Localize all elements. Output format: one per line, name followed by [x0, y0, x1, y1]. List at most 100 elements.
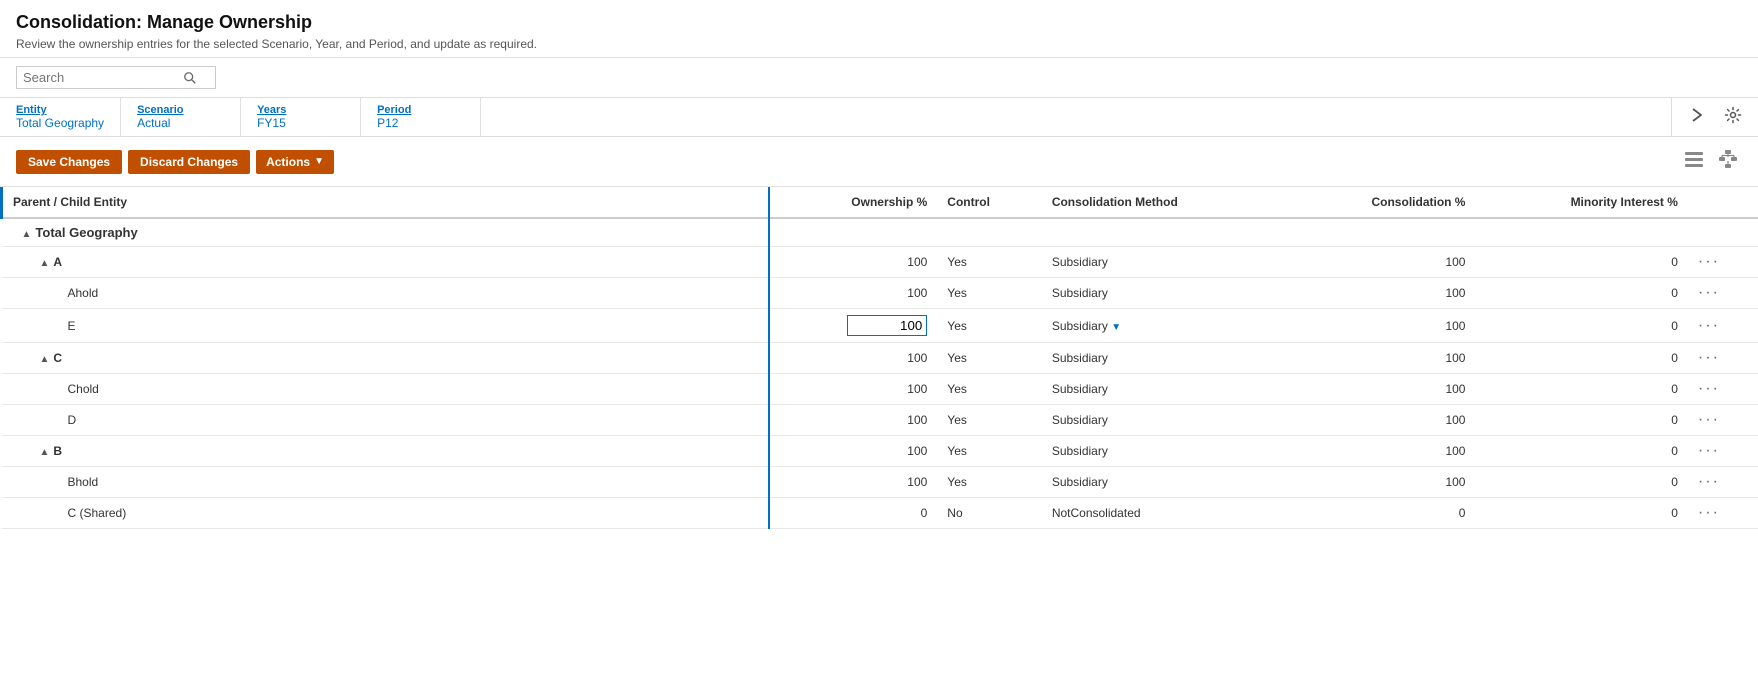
entity-label[interactable]: Entity	[16, 104, 104, 116]
row-more-button[interactable]: ···	[1698, 380, 1720, 398]
navigate-right-button[interactable]	[1684, 102, 1710, 133]
minority-cell: 0	[1475, 309, 1687, 343]
control-cell: Yes	[937, 343, 1042, 374]
control-cell: Yes	[937, 309, 1042, 343]
ownership-cell[interactable]	[769, 309, 937, 343]
row-actions-cell[interactable]: ···	[1688, 405, 1758, 436]
collapse-icon[interactable]: ▲	[40, 354, 50, 365]
period-label[interactable]: Period	[377, 104, 464, 116]
gear-icon	[1724, 106, 1742, 124]
row-more-button[interactable]: ···	[1698, 411, 1720, 429]
ownership-input[interactable]	[847, 315, 927, 336]
save-changes-button[interactable]: Save Changes	[16, 150, 122, 174]
entity-name: Ahold	[12, 286, 99, 300]
page-wrapper: Consolidation: Manage Ownership Review t…	[0, 0, 1758, 697]
table-row: Bhold100YesSubsidiary1000···	[2, 467, 1758, 498]
discard-changes-button[interactable]: Discard Changes	[128, 150, 250, 174]
row-more-button[interactable]: ···	[1698, 504, 1720, 522]
scenario-value[interactable]: Actual	[137, 116, 224, 130]
control-cell: Yes	[937, 374, 1042, 405]
period-value[interactable]: P12	[377, 116, 464, 130]
table-header-row: Parent / Child Entity Ownership % Contro…	[2, 187, 1758, 218]
entity-name: Chold	[12, 382, 99, 396]
minority-cell: 0	[1475, 374, 1687, 405]
search-icon	[183, 71, 197, 85]
row-more-button[interactable]: ···	[1698, 442, 1720, 460]
col-control: Control	[937, 187, 1042, 218]
method-cell: NotConsolidated	[1042, 498, 1286, 529]
consol-pct-cell: 100	[1285, 247, 1475, 278]
dimension-right-icons	[1671, 98, 1758, 136]
entity-name: C (Shared)	[12, 506, 127, 520]
method-cell: Subsidiary	[1042, 436, 1286, 467]
col-entity: Parent / Child Entity	[2, 187, 769, 218]
row-more-button[interactable]: ···	[1698, 317, 1720, 335]
method-cell: Subsidiary	[1042, 343, 1286, 374]
collapse-icon[interactable]: ▲	[40, 258, 50, 269]
minority-cell: 0	[1475, 405, 1687, 436]
row-actions-cell[interactable]: ···	[1688, 247, 1758, 278]
row-actions-cell[interactable]: ···	[1688, 309, 1758, 343]
years-value[interactable]: FY15	[257, 116, 344, 130]
page-subtitle: Review the ownership entries for the sel…	[16, 37, 1742, 51]
page-title: Consolidation: Manage Ownership	[16, 12, 1742, 33]
method-cell: Subsidiary	[1042, 467, 1286, 498]
row-actions-cell[interactable]: ···	[1688, 278, 1758, 309]
dimension-entity[interactable]: Entity Total Geography	[0, 98, 121, 136]
method-cell: Subsidiary	[1042, 247, 1286, 278]
row-actions-cell[interactable]: ···	[1688, 498, 1758, 529]
dimension-cells: Entity Total Geography Scenario Actual Y…	[0, 98, 1671, 136]
ownership-cell: 100	[769, 278, 937, 309]
row-actions-cell[interactable]: ···	[1688, 343, 1758, 374]
search-box[interactable]	[16, 66, 216, 89]
row-actions-cell[interactable]: ···	[1688, 374, 1758, 405]
ownership-cell: 100	[769, 467, 937, 498]
search-input[interactable]	[23, 70, 183, 85]
consol-pct-cell: 100	[1285, 343, 1475, 374]
minority-cell: 0	[1475, 278, 1687, 309]
row-actions-cell[interactable]: ···	[1688, 467, 1758, 498]
ownership-table: Parent / Child Entity Ownership % Contro…	[0, 187, 1758, 529]
dimension-scenario[interactable]: Scenario Actual	[121, 98, 241, 136]
hierarchy-tree-button[interactable]	[1714, 145, 1742, 178]
table-row: ▲A100YesSubsidiary1000···	[2, 247, 1758, 278]
entity-name: ▲A	[12, 255, 63, 269]
ownership-cell: 100	[769, 374, 937, 405]
dimension-years[interactable]: Years FY15	[241, 98, 361, 136]
entity-value[interactable]: Total Geography	[16, 116, 104, 130]
entity-name: ▲Total Geography	[12, 225, 138, 240]
dimension-period[interactable]: Period P12	[361, 98, 481, 136]
minority-cell	[1475, 218, 1687, 247]
row-more-button[interactable]: ···	[1698, 284, 1720, 302]
consol-pct-cell: 100	[1285, 278, 1475, 309]
entity-cell: Ahold	[2, 278, 769, 309]
control-cell: Yes	[937, 436, 1042, 467]
scenario-label[interactable]: Scenario	[137, 104, 224, 116]
entity-name: Bhold	[12, 475, 99, 489]
tree-hierarchy-icon	[1718, 149, 1738, 169]
dropdown-arrow[interactable]: ▼	[1111, 322, 1121, 333]
row-actions-cell[interactable]	[1688, 218, 1758, 247]
row-more-button[interactable]: ···	[1698, 253, 1720, 271]
entity-cell: ▲Total Geography	[2, 218, 769, 247]
ownership-cell: 100	[769, 247, 937, 278]
header: Consolidation: Manage Ownership Review t…	[0, 0, 1758, 58]
dimension-spacer	[481, 98, 1671, 136]
consol-pct-cell: 100	[1285, 467, 1475, 498]
row-more-button[interactable]: ···	[1698, 349, 1720, 367]
consol-pct-cell: 100	[1285, 405, 1475, 436]
collapse-icon[interactable]: ▲	[40, 447, 50, 458]
table-body: ▲Total Geography▲A100YesSubsidiary1000··…	[2, 218, 1758, 529]
years-label[interactable]: Years	[257, 104, 344, 116]
actions-button[interactable]: Actions ▼	[256, 150, 334, 174]
settings-button[interactable]	[1720, 102, 1746, 133]
entity-cell: ▲C	[2, 343, 769, 374]
data-table-container: Parent / Child Entity Ownership % Contro…	[0, 187, 1758, 529]
row-actions-cell[interactable]: ···	[1688, 436, 1758, 467]
table-row: ▲B100YesSubsidiary1000···	[2, 436, 1758, 467]
minority-cell: 0	[1475, 247, 1687, 278]
consol-pct-cell	[1285, 218, 1475, 247]
control-cell: Yes	[937, 467, 1042, 498]
row-more-button[interactable]: ···	[1698, 473, 1720, 491]
hierarchy-flat-button[interactable]	[1680, 145, 1708, 178]
